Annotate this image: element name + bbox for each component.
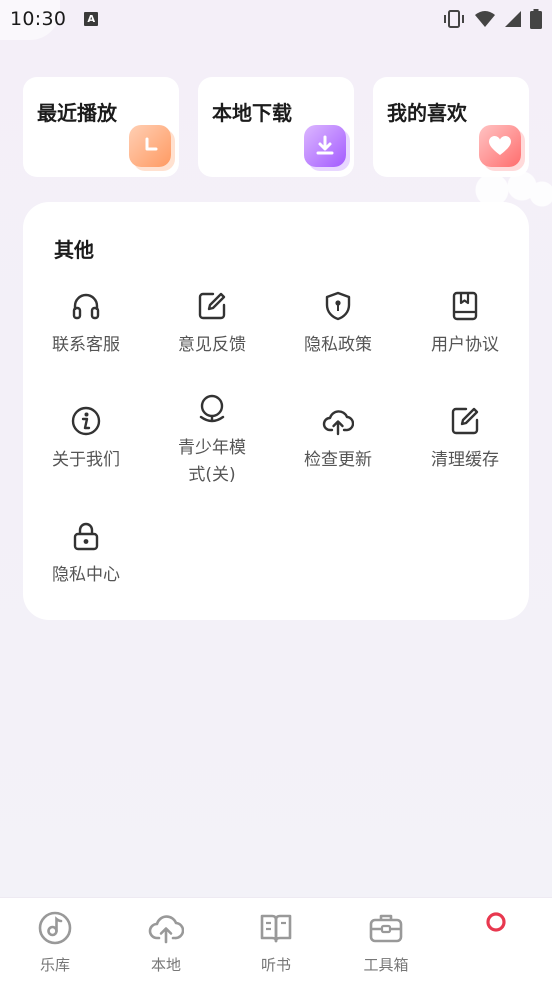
other-panel: 其他 联系客服 意见反馈 隐私政策 用户协议 关于我们 青少年模 式(关) 检查…: [23, 202, 529, 620]
nav-item-toolbox[interactable]: 工具箱: [346, 910, 426, 975]
item-label: 用户协议: [431, 335, 499, 355]
nav-item-audiobook[interactable]: 听书: [236, 910, 316, 975]
bottom-nav: 乐库 本地 听书 工具箱: [0, 897, 552, 981]
download-icon: [304, 125, 346, 167]
wifi-icon: [475, 11, 495, 27]
book-icon: [452, 291, 478, 321]
about-us-item[interactable]: 关于我们: [31, 405, 141, 474]
item-label: 意见反馈: [178, 335, 246, 355]
item-label: 联系客服: [52, 335, 120, 355]
headphones-icon: [72, 293, 100, 320]
battery-icon: [530, 9, 542, 29]
item-label: 隐私中心: [52, 565, 120, 585]
nav-label: 乐库: [39, 956, 70, 974]
cloud-upload-icon: [322, 410, 354, 436]
lock-icon: [73, 522, 99, 551]
clock-icon: [129, 125, 171, 167]
status-icons: [442, 9, 542, 29]
vibrate-icon: [444, 10, 464, 28]
edit-icon: [451, 407, 479, 435]
nav-item-music-library[interactable]: 乐库: [15, 910, 95, 975]
toolbox-icon: [369, 914, 403, 943]
item-label: 隐私政策: [304, 335, 372, 355]
card-title: 最近播放: [37, 101, 117, 125]
nav-item-local[interactable]: 本地: [126, 910, 206, 975]
cloud-icon: [148, 915, 184, 944]
shield-icon: [325, 291, 351, 321]
ring-icon: [486, 912, 506, 932]
signal-icon: [505, 11, 521, 27]
check-update-item[interactable]: 检查更新: [283, 405, 393, 474]
status-bar: 10:30 A: [0, 0, 552, 38]
edit-icon: [198, 292, 226, 320]
card-title: 我的喜欢: [387, 101, 467, 125]
nav-label: 工具箱: [363, 956, 409, 974]
item-label: 青少年模 式(关): [178, 438, 246, 485]
status-time: 10:30: [10, 8, 67, 30]
open-book-icon: [260, 914, 292, 943]
local-download-card[interactable]: 本地下载: [198, 77, 354, 177]
recent-play-card[interactable]: 最近播放: [23, 77, 179, 177]
privacy-center-item[interactable]: 隐私中心: [31, 520, 141, 589]
panel-title: 其他: [54, 238, 94, 262]
feedback-item[interactable]: 意见反馈: [157, 290, 267, 359]
heart-icon: [479, 125, 521, 167]
notification-app-icon: A: [84, 12, 99, 26]
item-label: 清理缓存: [431, 450, 499, 470]
card-title: 本地下载: [212, 101, 292, 125]
nav-label: 听书: [260, 956, 291, 974]
my-favorites-card[interactable]: 我的喜欢: [373, 77, 529, 177]
youth-mode-icon: [199, 394, 225, 423]
privacy-policy-item[interactable]: 隐私政策: [283, 290, 393, 359]
contact-service-item[interactable]: 联系客服: [31, 290, 141, 359]
info-icon: [71, 406, 101, 436]
music-disc-icon: [38, 911, 72, 945]
nav-label: 本地: [150, 956, 181, 974]
user-agreement-item[interactable]: 用户协议: [410, 290, 520, 359]
youth-mode-item[interactable]: 青少年模 式(关): [157, 393, 267, 489]
nav-item-mine[interactable]: [456, 906, 536, 950]
item-label: 检查更新: [304, 450, 372, 470]
clear-cache-item[interactable]: 清理缓存: [410, 405, 520, 474]
item-label: 关于我们: [52, 450, 120, 470]
